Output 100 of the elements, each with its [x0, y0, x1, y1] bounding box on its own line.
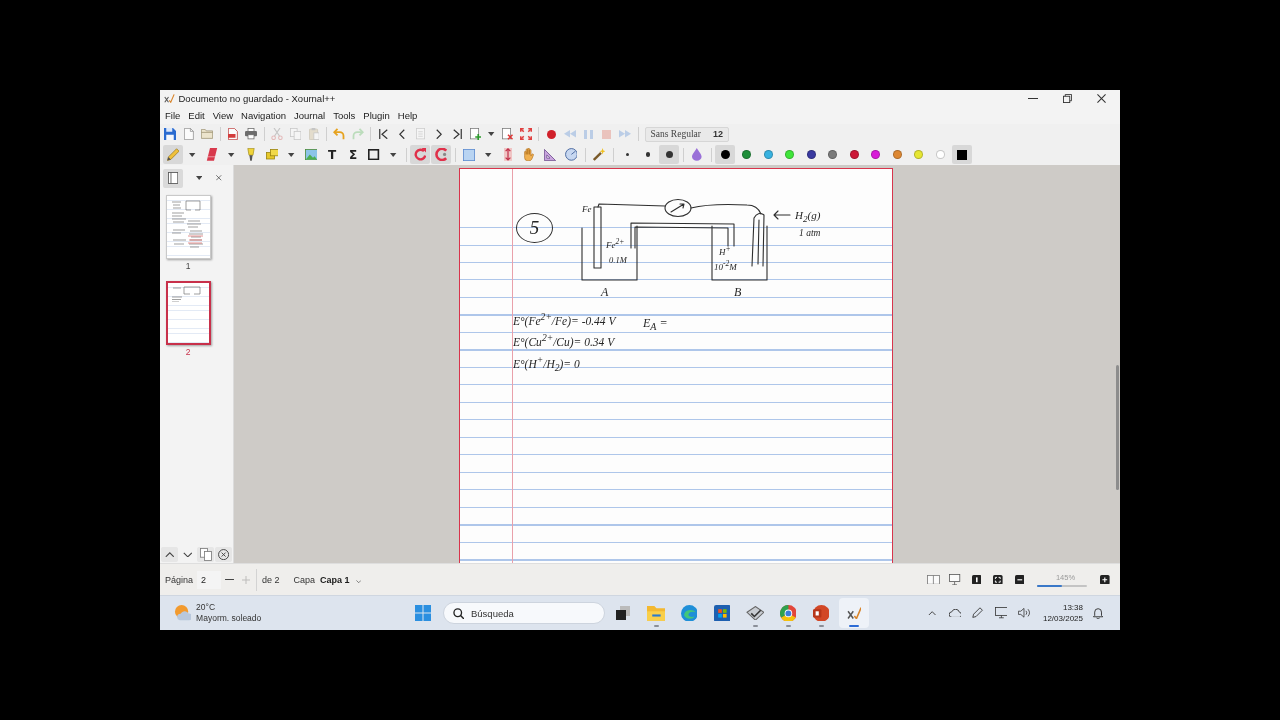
circle-segments-icon — [779, 604, 797, 622]
cloud-icon — [948, 608, 962, 618]
chevron-bar-left-icon — [378, 128, 388, 140]
fill-blob-icon — [692, 148, 702, 161]
page-cross-icon — [501, 128, 513, 140]
circle-dial-icon — [564, 148, 578, 161]
taskbar-app-button[interactable] — [839, 598, 869, 628]
handwritten-label: 10$^{-2}$M — [714, 260, 737, 273]
caret-icon — [288, 152, 295, 157]
scissors-icon — [270, 128, 283, 140]
file-folder-icon — [646, 605, 666, 621]
menu-item[interactable]: Tools — [329, 108, 360, 123]
pages-panel-icon — [167, 172, 179, 184]
redo-arrow-icon — [351, 128, 364, 140]
page-number-field[interactable]: 2 — [197, 570, 222, 589]
font-button[interactable]: Sans Regular 12 — [644, 126, 729, 142]
chevron-left-icon — [398, 128, 405, 140]
handwritten-label: 0.1M — [609, 256, 627, 266]
page-preview-button[interactable] — [163, 168, 183, 188]
stacked-rectangles-icon — [265, 149, 279, 160]
pencil-icon — [166, 148, 180, 161]
undo-arrow-icon — [333, 128, 346, 140]
printer-icon — [245, 128, 258, 140]
record-icon — [546, 129, 556, 139]
document-icon — [183, 128, 194, 140]
caret-icon — [390, 152, 397, 157]
stacked-windows-icon — [616, 606, 630, 620]
search-field[interactable]: Búsqueda — [443, 602, 605, 624]
handwritten-note: E$_{A}$ = — [643, 317, 668, 333]
chevron-up-icon — [927, 610, 937, 616]
chevron-bar-right-icon — [452, 128, 462, 140]
close-icon — [1096, 94, 1106, 103]
folder-icon — [201, 129, 214, 139]
tool-button[interactable]: Σ — [343, 145, 363, 164]
circle-x-icon — [217, 548, 230, 561]
page-action-button[interactable] — [215, 547, 232, 562]
sun-cloud-icon — [174, 605, 192, 621]
handwriting-preview — [169, 200, 206, 248]
minimize-icon — [1028, 98, 1038, 99]
app-logo-icon — [164, 94, 175, 103]
highlighter-icon — [247, 148, 255, 161]
handwritten-label: 1 atm — [799, 228, 821, 239]
menu-item[interactable]: View — [208, 108, 238, 123]
menu-item[interactable]: Journal — [290, 108, 330, 123]
scrollbar-thumb[interactable] — [1116, 365, 1119, 490]
layer-label: Capa — [293, 574, 316, 585]
tool-button[interactable]: T — [322, 145, 342, 164]
zoom-slider[interactable] — [1036, 584, 1087, 587]
menu-item[interactable]: File — [161, 108, 185, 123]
caret-icon — [228, 152, 235, 157]
snapping-toggle[interactable] — [431, 145, 451, 164]
rectangle-icon — [368, 148, 380, 161]
handwriting-preview — [169, 286, 204, 302]
menu-item[interactable]: Plugin — [359, 108, 394, 123]
two-columns-icon — [927, 574, 940, 585]
menu-item[interactable]: Navigation — [237, 108, 290, 123]
layer-dropdown[interactable]: Capa 1 — [320, 574, 361, 585]
handwritten-label: Fe — [582, 205, 592, 215]
handwritten-label: H$_{2}$(g) — [795, 209, 821, 225]
pen-size-dot-icon — [625, 153, 629, 156]
diamond-check-icon — [745, 605, 765, 621]
wand-icon — [592, 148, 606, 161]
weather-widget[interactable]: 20°C Mayorm. soleado — [174, 602, 262, 624]
chevron-right-icon — [435, 128, 442, 140]
plus-icon — [241, 575, 250, 584]
color-button[interactable] — [715, 145, 735, 164]
screen-stand-icon — [949, 573, 961, 586]
minus-square-icon — [1014, 574, 1025, 585]
page-thumbnail[interactable] — [165, 195, 211, 259]
handwritten-equation: E°(Fe$^{2+}$/Fe)= -0.44 V — [513, 312, 616, 328]
handwritten-label: A — [601, 286, 609, 300]
bell-icon — [1092, 607, 1104, 619]
page-count: de 2 — [262, 574, 280, 585]
chevron-down-icon — [182, 551, 193, 558]
monitor-icon — [994, 607, 1008, 619]
window-title: Documento no guardado - Xournal++ — [178, 93, 336, 104]
speaker-icon — [1017, 608, 1031, 618]
document-lines-icon — [415, 128, 425, 140]
hand-icon — [523, 148, 535, 161]
page-action-button[interactable] — [161, 547, 178, 562]
wave-circle-icon — [680, 604, 698, 622]
restore-icon — [1062, 94, 1072, 103]
page-thumbnail[interactable] — [165, 281, 211, 345]
handwritten-equation: E°(Cu$^{2+}$/Cu)= 0.34 V — [513, 333, 616, 349]
page-action-button[interactable] — [197, 547, 214, 562]
chevron-down-icon — [355, 579, 361, 584]
four-squares-tile-icon — [713, 604, 731, 622]
handwritten-label: B — [734, 286, 742, 300]
menu-item[interactable]: Edit — [184, 108, 209, 123]
document-label-icon — [227, 128, 238, 140]
page-number: 1 — [185, 261, 191, 271]
snapping-toggle[interactable] — [410, 145, 430, 164]
clipboard-icon — [308, 128, 319, 140]
clock[interactable]: 13:38 12/03/2025 — [1036, 602, 1085, 624]
eraser-icon — [206, 148, 218, 161]
color-button[interactable] — [951, 145, 972, 164]
expand-arrows-icon — [519, 128, 532, 140]
pen-size-button[interactable] — [659, 145, 679, 164]
menu-item[interactable]: Help — [393, 108, 422, 123]
page-label: Página — [165, 574, 194, 585]
